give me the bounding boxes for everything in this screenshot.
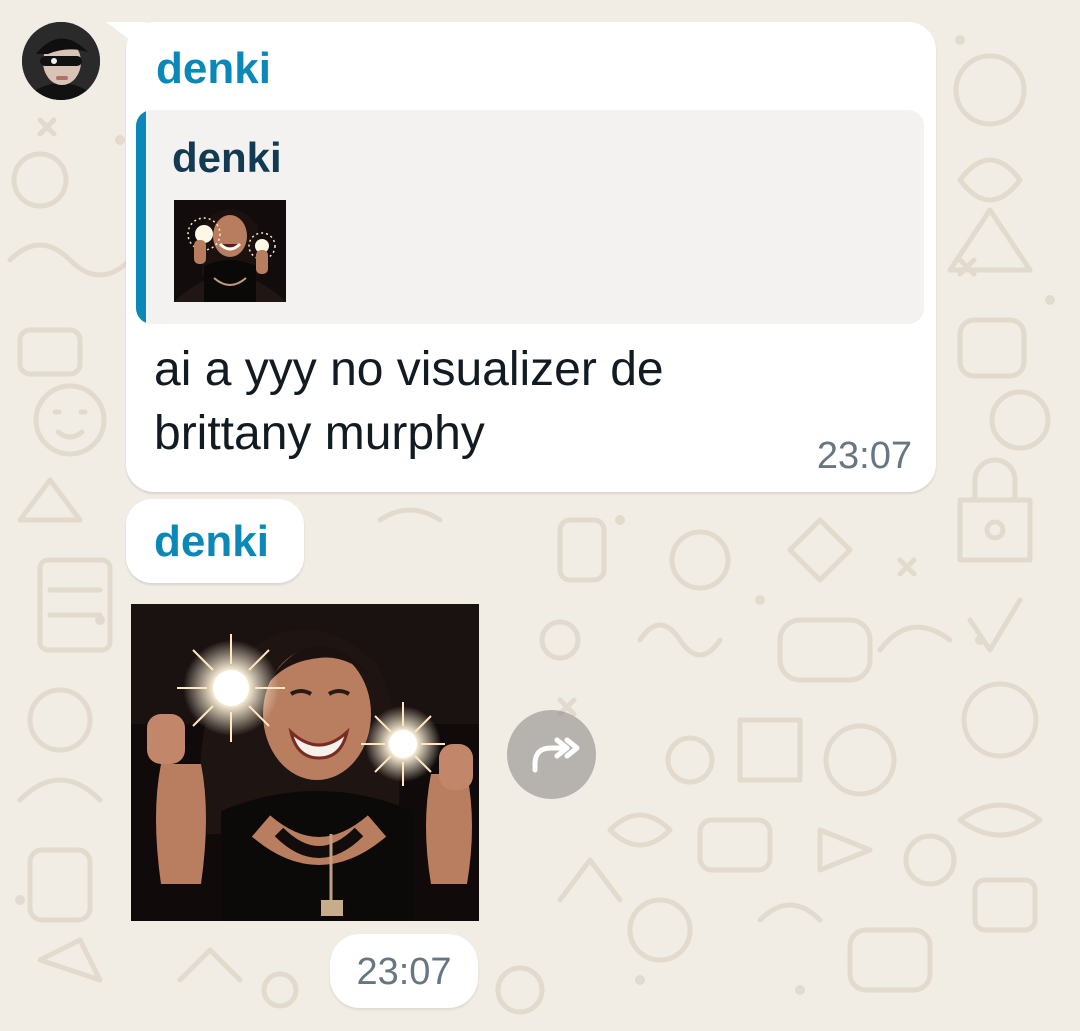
quoted-message[interactable]: denki [136, 110, 924, 324]
sender-name[interactable]: denki [156, 44, 271, 94]
quote-accent-bar [136, 110, 146, 324]
message-photo[interactable] [131, 604, 479, 921]
quoted-sender-name: denki [172, 134, 282, 181]
forward-icon [532, 737, 580, 773]
user-avatar-icon [22, 22, 100, 100]
sender-name[interactable]: denki [154, 517, 269, 567]
message-text: ai a yyy no visualizer de brittany murph… [154, 343, 664, 460]
message-bubble-reply[interactable]: denki denki ai a yyy no visualizer de br [126, 22, 936, 492]
forward-button[interactable] [507, 710, 596, 799]
message-timestamp: 23:07 [816, 435, 912, 477]
photo-image [131, 604, 479, 921]
message-timestamp: 23:07 [356, 951, 452, 993]
avatar[interactable] [22, 22, 100, 100]
timestamp-bubble: 23:07 [330, 934, 478, 1008]
quoted-photo-thumbnail [174, 200, 286, 302]
sender-label-bubble[interactable]: denki [126, 499, 304, 583]
